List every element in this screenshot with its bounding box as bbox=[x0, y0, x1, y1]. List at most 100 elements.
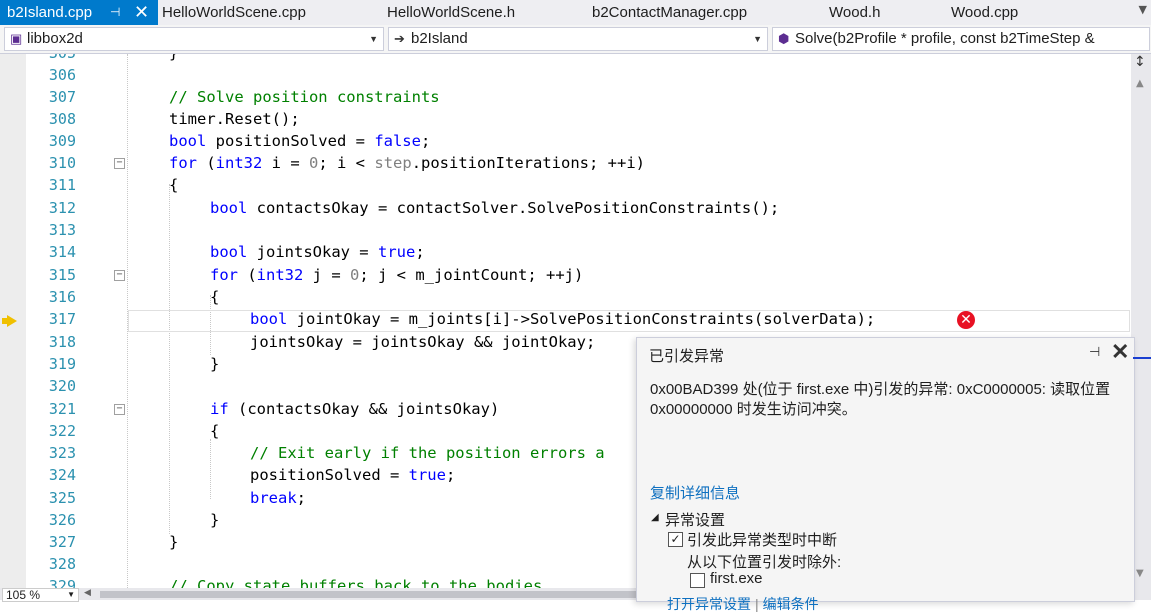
first-exe-checkbox[interactable] bbox=[690, 573, 705, 588]
line-number: 312 bbox=[48, 199, 76, 217]
code-line: 316 { bbox=[0, 286, 1131, 308]
collapse-icon[interactable]: − bbox=[114, 158, 125, 169]
code-line: 309 bool positionSolved = false; bbox=[0, 130, 1131, 152]
code-text: } bbox=[210, 355, 220, 373]
tab-wood-cpp[interactable]: Wood.cpp bbox=[951, 0, 1018, 25]
exception-message: 0x00BAD399 处(位于 first.exe 中)引发的异常: 0xC00… bbox=[650, 381, 1111, 418]
line-number: 314 bbox=[48, 243, 76, 261]
code-text: break; bbox=[250, 489, 307, 507]
tab-label: b2Island.cpp bbox=[7, 4, 93, 21]
exception-settings-header[interactable]: 异常设置 bbox=[665, 509, 725, 530]
code-line: 307 // Solve position constraints bbox=[0, 86, 1131, 108]
exception-title: 已引发异常 bbox=[649, 348, 725, 365]
popup-connector bbox=[1133, 357, 1151, 359]
break-on-exception-checkbox[interactable]: ✓ bbox=[668, 532, 683, 547]
line-number: 318 bbox=[48, 333, 76, 351]
tab-label: Wood.h bbox=[829, 4, 881, 21]
code-text: if (contactsOkay && jointsOkay) bbox=[210, 400, 500, 418]
tab-b2island-cpp[interactable]: b2Island.cpp ⊣ ✕ bbox=[0, 0, 158, 25]
scope-dropdown[interactable]: ➔ b2Island ▼ bbox=[388, 27, 768, 51]
code-line: 313 bbox=[0, 219, 1131, 241]
code-text: for (int32 i = 0; i < step.positionItera… bbox=[169, 154, 645, 172]
code-text: { bbox=[169, 176, 179, 194]
line-number: 311 bbox=[48, 176, 76, 194]
project-name: libbox2d bbox=[27, 30, 83, 47]
arrow-right-icon: ➔ bbox=[394, 31, 405, 46]
error-icon[interactable]: ✕ bbox=[957, 311, 975, 329]
line-number: 310 bbox=[48, 154, 76, 172]
code-text: } bbox=[169, 533, 179, 551]
code-line: 315 − for (int32 j = 0; j < m_jointCount… bbox=[0, 264, 1131, 286]
code-text: for (int32 j = 0; j < m_jointCount; ++j) bbox=[210, 266, 584, 284]
code-text: bool jointsOkay = true; bbox=[210, 243, 425, 261]
line-number: 323 bbox=[48, 444, 76, 462]
line-number: 315 bbox=[48, 266, 76, 284]
line-number: 307 bbox=[48, 88, 76, 106]
chevron-down-icon: ▼ bbox=[369, 34, 378, 44]
open-exception-settings-link[interactable]: 打开异常设置 bbox=[667, 596, 751, 612]
exception-helper-popup: 已引发异常 ⊣ ✕ 0x00BAD399 处(位于 first.exe 中)引发… bbox=[636, 337, 1135, 612]
code-text: bool contactsOkay = contactSolver.SolveP… bbox=[210, 199, 780, 217]
chevron-down-icon: ▼ bbox=[67, 590, 75, 599]
line-number: 327 bbox=[48, 533, 76, 551]
tab-wood-h[interactable]: Wood.h bbox=[829, 0, 880, 25]
line-number: 329 bbox=[48, 577, 76, 588]
member-name: Solve(b2Profile * profile, const b2TimeS… bbox=[795, 30, 1095, 47]
code-comment: // Copy state buffers back to the bodies bbox=[169, 577, 543, 588]
code-line: 305 } bbox=[0, 54, 1131, 64]
project-icon: ▣ bbox=[10, 31, 23, 46]
line-number: 322 bbox=[48, 422, 76, 440]
scroll-down-icon[interactable]: ▼ bbox=[1136, 568, 1144, 579]
line-number: 328 bbox=[48, 555, 76, 573]
chevron-down-icon: ▼ bbox=[753, 34, 762, 44]
line-number: 305 bbox=[26, 54, 76, 64]
code-text: } bbox=[169, 54, 178, 64]
tab-label: HelloWorldScene.h bbox=[387, 4, 516, 21]
code-line: 306 bbox=[0, 64, 1131, 86]
expand-triangle-icon[interactable]: ◢ bbox=[651, 512, 659, 523]
tab-label: Wood.cpp bbox=[951, 4, 1019, 21]
code-text: } bbox=[210, 511, 220, 529]
line-number: 320 bbox=[48, 377, 76, 395]
code-text: { bbox=[210, 422, 220, 440]
code-text: bool positionSolved = false; bbox=[169, 132, 431, 150]
tab-b2contactmanager-cpp[interactable]: b2ContactManager.cpp bbox=[592, 0, 747, 25]
tab-overflow-dropdown-icon[interactable]: ▼ bbox=[1139, 3, 1147, 16]
line-number: 313 bbox=[48, 221, 76, 239]
exception-links: 打开异常设置 | 编辑条件 bbox=[667, 594, 819, 614]
code-text: bool jointOkay = m_joints[i]->SolvePosit… bbox=[250, 310, 876, 328]
pin-icon[interactable]: ⊣ bbox=[110, 0, 120, 25]
code-text: positionSolved = true; bbox=[250, 466, 456, 484]
collapse-icon[interactable]: − bbox=[114, 270, 125, 281]
line-number: 317 bbox=[48, 310, 76, 328]
code-text: { bbox=[210, 288, 220, 306]
member-dropdown[interactable]: ⬢ Solve(b2Profile * profile, const b2Tim… bbox=[772, 27, 1150, 51]
horizontal-scrollbar-thumb[interactable] bbox=[100, 591, 640, 598]
edit-conditions-link[interactable]: 编辑条件 bbox=[763, 596, 819, 612]
line-number: 326 bbox=[48, 511, 76, 529]
line-number: 316 bbox=[48, 288, 76, 306]
code-text: jointsOkay = jointsOkay && jointOkay; bbox=[250, 333, 596, 351]
line-number: 324 bbox=[48, 466, 76, 484]
tab-helloworldscene-cpp[interactable]: HelloWorldScene.cpp bbox=[162, 0, 306, 25]
code-comment: // Solve position constraints bbox=[169, 88, 440, 106]
split-editor-icon[interactable]: ↕ bbox=[1134, 54, 1146, 70]
close-icon[interactable]: ✕ bbox=[134, 0, 149, 25]
line-number: 325 bbox=[48, 489, 76, 507]
copy-details-link[interactable]: 复制详细信息 bbox=[650, 482, 740, 503]
break-on-exception-label: 引发此异常类型时中断 bbox=[687, 532, 838, 549]
code-line: 308 timer.Reset(); bbox=[0, 108, 1131, 130]
scroll-left-icon[interactable]: ◀ bbox=[84, 588, 91, 598]
line-number: 306 bbox=[48, 66, 76, 84]
collapse-icon[interactable]: − bbox=[114, 404, 125, 415]
scroll-up-icon[interactable]: ▲ bbox=[1136, 78, 1144, 89]
tab-helloworldscene-h[interactable]: HelloWorldScene.h bbox=[387, 0, 515, 25]
except-when-thrown-label: 从以下位置引发时除外: bbox=[687, 554, 842, 571]
code-line: 312 bool contactsOkay = contactSolver.So… bbox=[0, 197, 1131, 219]
project-dropdown[interactable]: ▣ libbox2d ▼ bbox=[4, 27, 384, 51]
code-comment: // Exit early if the position errors a bbox=[250, 444, 605, 462]
tab-label: b2ContactManager.cpp bbox=[592, 4, 748, 21]
scope-name: b2Island bbox=[411, 30, 468, 47]
pin-icon[interactable]: ⊣ bbox=[1089, 344, 1100, 360]
close-icon[interactable]: ✕ bbox=[1111, 339, 1129, 365]
